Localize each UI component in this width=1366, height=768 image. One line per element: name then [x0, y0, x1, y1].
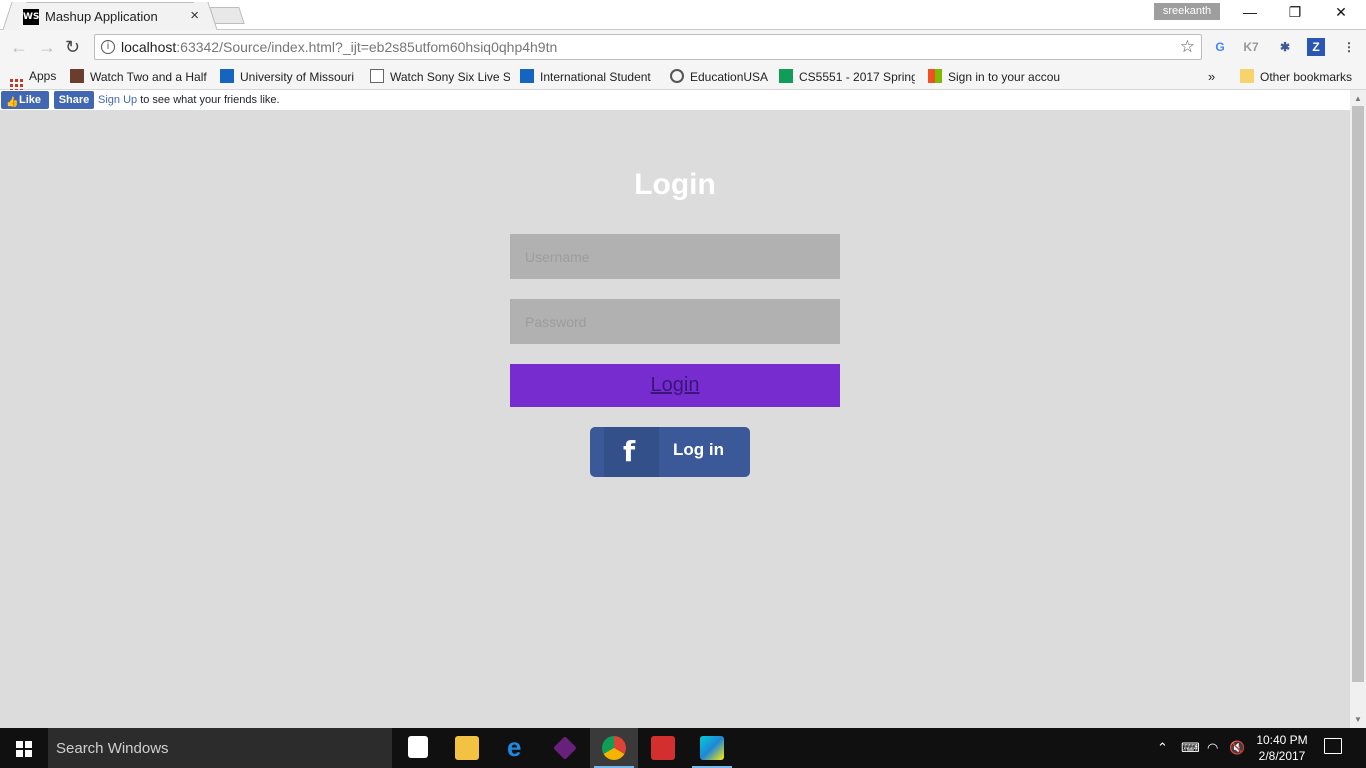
- extension-icon[interactable]: ✱: [1276, 38, 1294, 56]
- chrome-app-button[interactable]: [590, 728, 638, 768]
- restore-button[interactable]: ❐: [1285, 4, 1305, 21]
- webstorm-icon: [700, 736, 724, 760]
- folder-icon: [455, 736, 479, 760]
- action-center-icon[interactable]: [1324, 738, 1342, 754]
- file-explorer-button[interactable]: [443, 728, 491, 768]
- fb-signup-link[interactable]: Sign Up: [98, 94, 137, 106]
- edge-icon: e: [507, 732, 522, 762]
- mizzou-icon: [520, 69, 534, 83]
- bookmark-star-icon[interactable]: ☆: [1180, 37, 1195, 57]
- bookmark-item[interactable]: Watch Two and a Half: [70, 69, 210, 84]
- visual-studio-icon: [553, 736, 577, 760]
- fb-like-button[interactable]: 👍 Like: [1, 91, 49, 109]
- page-title: Login: [634, 168, 716, 201]
- chrome-icon: [602, 736, 626, 760]
- visual-studio-button[interactable]: [541, 728, 589, 768]
- webstorm-favicon-icon: WS: [23, 9, 39, 25]
- close-window-button[interactable]: ✕: [1331, 4, 1351, 21]
- bookmark-item[interactable]: Watch Sony Six Live S: [370, 69, 510, 84]
- bookmark-apps[interactable]: Apps: [10, 69, 56, 92]
- scroll-down-arrow-icon[interactable]: ▼: [1354, 715, 1362, 724]
- page-scrollbar[interactable]: ▲ ▼: [1350, 90, 1366, 728]
- webstorm-app-button[interactable]: [688, 728, 736, 768]
- fb-share-button[interactable]: Share: [54, 91, 94, 109]
- facebook-login-button[interactable]: f Log in: [590, 427, 750, 477]
- url-text[interactable]: localhost:63342/Source/index.html?_ijt=e…: [121, 39, 557, 55]
- taskbar-search-placeholder: Search Windows: [56, 740, 169, 757]
- new-tab-button[interactable]: [209, 7, 245, 24]
- address-bar[interactable]: i localhost:63342/Source/index.html?_ijt…: [94, 34, 1202, 60]
- taskbar-clock[interactable]: 10:40 PM 2/8/2017: [1254, 732, 1310, 764]
- menu-kebab-icon[interactable]: ⋮: [1340, 38, 1358, 56]
- username-input[interactable]: [510, 234, 840, 279]
- wifi-icon[interactable]: ◠: [1207, 740, 1218, 756]
- store-icon: [408, 736, 428, 758]
- microsoft-icon: [928, 69, 942, 83]
- clock-date: 2/8/2017: [1258, 749, 1306, 763]
- browser-titlebar: WS Mashup Application × sreekanth — ❐ ✕: [0, 0, 1366, 30]
- bookmarks-bar: Apps Watch Two and a Half University of …: [0, 64, 1366, 92]
- facebook-icon: f: [623, 435, 636, 468]
- reload-icon[interactable]: ↻: [65, 37, 80, 58]
- sheets-icon: [779, 69, 793, 83]
- browser-tab[interactable]: WS Mashup Application ×: [14, 2, 206, 30]
- volume-muted-icon[interactable]: 🔇: [1229, 740, 1245, 756]
- windows-start-icon[interactable]: [16, 741, 32, 757]
- store-app-button[interactable]: [394, 728, 442, 768]
- page-icon: [370, 69, 384, 83]
- acrobat-icon: [651, 736, 675, 760]
- bookmark-item[interactable]: University of Missouri: [220, 69, 358, 84]
- taskbar-search-box[interactable]: Search Windows: [48, 728, 392, 768]
- tray-chevron-up-icon[interactable]: ⌃: [1157, 740, 1168, 756]
- tab-close-icon[interactable]: ×: [190, 7, 199, 24]
- facebook-login-label: Log in: [673, 440, 724, 459]
- password-input[interactable]: [510, 299, 840, 344]
- fb-signup-text: Sign Up to see what your friends like.: [98, 94, 280, 106]
- back-arrow-icon[interactable]: ←: [10, 37, 28, 58]
- browser-toolbar: ← → ↻ i localhost:63342/Source/index.htm…: [0, 30, 1366, 64]
- info-icon[interactable]: i: [101, 40, 115, 54]
- profile-name-button[interactable]: sreekanth: [1154, 3, 1220, 20]
- clock-time: 10:40 PM: [1256, 733, 1308, 747]
- bookmark-item[interactable]: Sign in to your accou: [928, 69, 1066, 84]
- tab-title: Mashup Application: [45, 9, 158, 24]
- login-button[interactable]: Login: [510, 364, 840, 407]
- google-translate-icon[interactable]: G: [1211, 38, 1229, 56]
- bookmark-item[interactable]: EducationUSA: [670, 69, 770, 84]
- mizzou-icon: [220, 69, 234, 83]
- minimize-button[interactable]: —: [1240, 4, 1260, 20]
- scroll-up-arrow-icon[interactable]: ▲: [1354, 94, 1362, 103]
- k7-extension-icon[interactable]: K7: [1242, 38, 1260, 56]
- more-bookmarks-chevron-icon[interactable]: »: [1208, 69, 1215, 84]
- other-bookmarks[interactable]: Other bookmarks: [1240, 69, 1352, 84]
- film-icon: [70, 69, 84, 83]
- edge-app-button[interactable]: e: [492, 728, 540, 768]
- bookmark-item[interactable]: CS5551 - 2017 Spring: [779, 69, 915, 84]
- input-method-icon[interactable]: ⌨: [1181, 740, 1200, 756]
- facebook-like-plugin: 👍 Like Share Sign Up to see what your fri…: [0, 90, 1350, 110]
- scrollbar-thumb[interactable]: [1352, 106, 1364, 682]
- bookmark-item[interactable]: International Student: [520, 69, 658, 84]
- seal-icon: [670, 69, 684, 83]
- acrobat-app-button[interactable]: [639, 728, 687, 768]
- login-page: Login Login f Log in: [0, 110, 1350, 728]
- windows-taskbar: Search Windows e ⌃ ⌨ ◠ 🔇 10:40 PM 2/8/20…: [0, 728, 1366, 768]
- folder-icon: [1240, 69, 1254, 83]
- zotero-icon[interactable]: Z: [1307, 38, 1325, 56]
- forward-arrow-icon[interactable]: →: [38, 37, 56, 58]
